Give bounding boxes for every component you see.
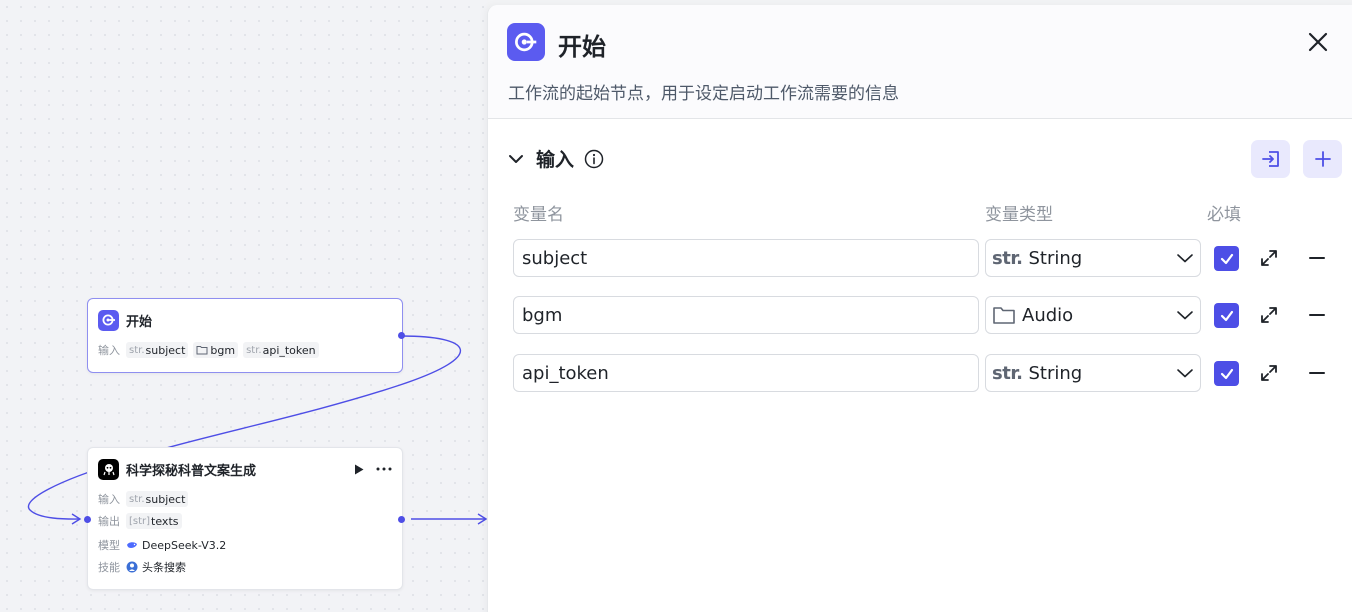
toutiao-search-icon [126,561,138,573]
input-tag: str. api_token [243,342,319,358]
folder-icon [993,307,1015,324]
input-tag: str. subject [126,491,189,507]
panel-title: 开始 [558,33,606,61]
expand-icon[interactable] [1259,363,1279,383]
variable-name-input[interactable] [513,354,979,392]
variable-name-input[interactable] [513,296,979,334]
input-label: 输入 [98,493,120,506]
more-icon[interactable] [376,467,392,471]
add-variable-button[interactable] [1303,140,1342,178]
node-config-panel: 开始 工作流的起始节点，用于设定启动工作流需要的信息 输入 变量名 变量类型 必… [487,5,1352,612]
panel-header: 开始 工作流的起始节点，用于设定启动工作流需要的信息 [488,5,1352,119]
skill-value: 头条搜索 [126,559,186,575]
expand-icon[interactable] [1259,305,1279,325]
run-icon[interactable] [354,464,364,475]
deepseek-whale-icon [127,541,137,548]
output-port[interactable] [398,332,405,339]
expand-icon[interactable] [1259,248,1279,268]
variable-type-select[interactable]: Audio [985,296,1201,334]
close-icon[interactable] [1307,31,1329,53]
column-header-required: 必填 [1207,205,1241,225]
start-node-header: 开始 [88,309,402,331]
variable-type-select[interactable]: str. String [985,354,1201,392]
agent-output-row: 输出 [str] texts [98,513,392,529]
chevron-down-icon [1177,369,1193,378]
workflow-canvas[interactable]: 开始 输入 str. subject bgm str. api_token 科学探秘… [0,0,487,612]
start-icon [507,23,545,61]
column-header-type: 变量类型 [985,205,1053,225]
variable-row: str. String [513,239,1333,277]
panel-description: 工作流的起始节点，用于设定启动工作流需要的信息 [508,84,899,104]
chevron-down-icon [1177,254,1193,263]
variable-row: str. String [513,354,1333,392]
required-checkbox[interactable] [1214,246,1239,271]
start-node-inputs: 输入 str. subject bgm str. api_token [98,342,392,358]
chevron-down-icon[interactable] [508,154,524,164]
check-icon [1220,253,1233,264]
wire-arrow-icon [477,513,487,525]
info-icon[interactable] [584,149,604,169]
input-tag: bgm [193,342,239,358]
required-checkbox[interactable] [1214,303,1239,328]
variable-type-select[interactable]: str. String [985,239,1201,277]
input-section-header[interactable]: 输入 [508,145,604,172]
check-icon [1220,310,1233,321]
start-icon [98,309,119,331]
agent-model-row: 模型 DeepSeek-V3.2 [98,537,392,553]
variable-row: Audio [513,296,1333,334]
agent-input-row: 输入 str. subject [98,491,392,507]
agent-skill-row: 技能 头条搜索 [98,559,392,575]
start-node[interactable]: 开始 输入 str. subject bgm str. api_token [87,298,403,373]
required-checkbox[interactable] [1214,361,1239,386]
import-icon [1261,151,1279,167]
remove-icon[interactable] [1307,248,1327,268]
input-port[interactable] [84,516,91,523]
agent-node-header: 科学探秘科普文案生成 [88,458,402,480]
skill-label: 技能 [98,561,120,574]
model-value: DeepSeek-V3.2 [126,539,226,552]
output-tag: [str] texts [126,513,182,529]
check-icon [1220,368,1233,379]
plus-icon [1314,151,1331,167]
variable-name-input[interactable] [513,239,979,277]
agent-node[interactable]: 科学探秘科普文案生成 输入 str. subject 输出 [str] texts … [87,447,403,590]
import-variables-button[interactable] [1251,140,1290,178]
remove-icon[interactable] [1307,305,1327,325]
column-header-name: 变量名 [513,205,564,225]
start-node-title: 开始 [126,314,153,330]
output-port[interactable] [398,516,405,523]
section-title: 输入 [536,149,575,171]
agent-icon [98,458,119,480]
model-label: 模型 [98,539,120,552]
agent-node-title: 科学探秘科普文案生成 [126,463,257,479]
remove-icon[interactable] [1307,363,1327,383]
output-label: 输出 [98,515,120,528]
wire-arrow-icon [71,513,82,525]
input-tag: str. subject [126,342,189,358]
input-label: 输入 [98,344,120,357]
folder-icon [196,346,208,355]
chevron-down-icon [1177,311,1193,320]
